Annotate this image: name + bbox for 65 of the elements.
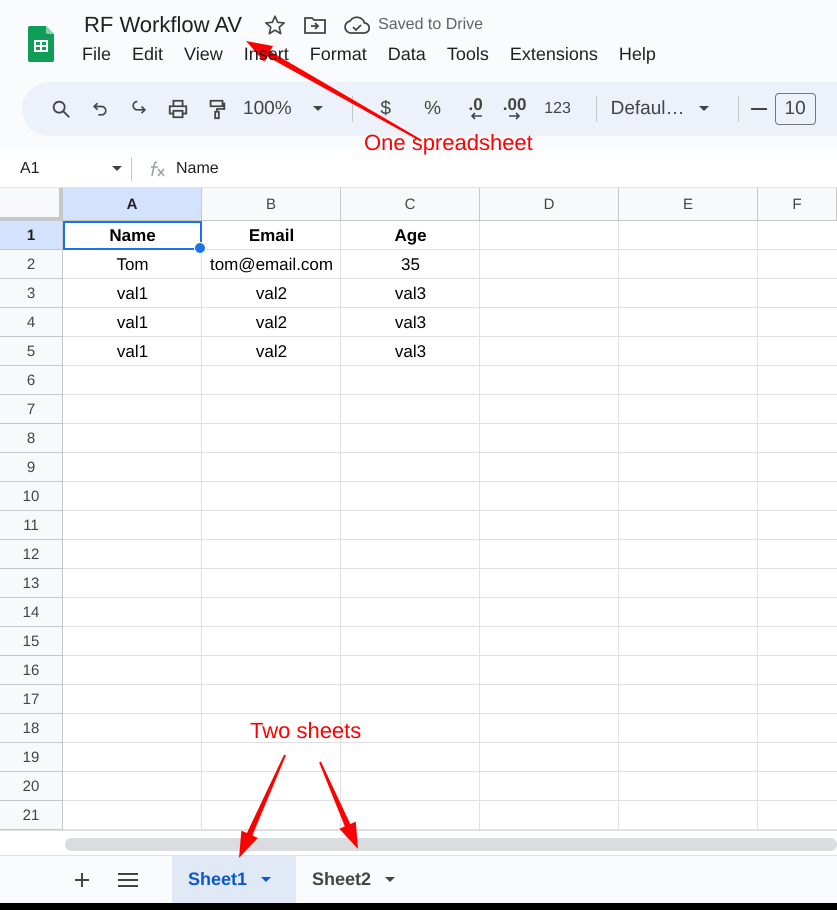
row-header[interactable]: 3: [0, 279, 63, 308]
column-heading-cell-text: Email: [248, 224, 296, 246]
row-header[interactable]: 8: [0, 424, 63, 453]
formula-text[interactable]: Name: [176, 160, 219, 178]
cell-reference[interactable]: A1: [20, 160, 40, 178]
menu-item[interactable]: File: [72, 42, 122, 69]
row-header[interactable]: 19: [0, 743, 63, 772]
sheet-tab[interactable]: Sheet1: [172, 856, 296, 903]
column-heading-cell-text: Age: [393, 224, 428, 247]
menu-item[interactable]: View: [174, 42, 233, 69]
table-cell-text: val3: [394, 340, 428, 362]
annotation-text: One spreadsheet: [364, 130, 533, 156]
column-header[interactable]: F: [758, 188, 837, 221]
row-header[interactable]: 5: [0, 337, 63, 366]
table-cell-text: val3: [394, 312, 428, 334]
table-cell-text: val2: [254, 312, 288, 334]
font-select[interactable]: Defaul…: [608, 90, 687, 128]
table-cell-text: Tom: [115, 254, 150, 276]
menu-item[interactable]: Extensions: [500, 42, 608, 69]
row-header[interactable]: 4: [0, 308, 63, 337]
table-cell-text: tom@email.com: [208, 254, 334, 276]
menu-item[interactable]: Help: [608, 42, 666, 69]
row-header[interactable]: 21: [0, 801, 63, 830]
zoom-select[interactable]: 100%: [239, 91, 296, 127]
row-header[interactable]: 18: [0, 714, 63, 743]
row-header[interactable]: 9: [0, 453, 63, 482]
row-header[interactable]: 12: [0, 540, 63, 569]
currency-format-button[interactable]: $: [364, 91, 407, 127]
column-header[interactable]: C: [341, 188, 480, 221]
sheet-tab[interactable]: Sheet2: [296, 856, 420, 903]
number-format-button[interactable]: 123: [536, 91, 579, 127]
table-cell-text: 35: [400, 254, 421, 276]
menu-item[interactable]: Format: [300, 42, 377, 69]
table-cell-text: val1: [116, 312, 150, 334]
table-cell-text: val1: [116, 340, 150, 362]
table-cell-text: val2: [254, 340, 288, 362]
table-cell-text: val2: [254, 282, 288, 304]
table-cell-text: val1: [116, 282, 150, 304]
table-cell-text: val3: [394, 282, 428, 304]
row-header[interactable]: 2: [0, 250, 63, 279]
menu-item[interactable]: Edit: [122, 42, 174, 69]
row-header[interactable]: 7: [0, 395, 63, 424]
save-status: Saved to Drive: [378, 16, 484, 34]
column-header[interactable]: E: [619, 188, 758, 221]
column-header[interactable]: B: [202, 188, 341, 221]
annotation-text: Two sheets: [250, 718, 362, 744]
row-header[interactable]: 11: [0, 511, 63, 540]
menu-item[interactable]: Tools: [436, 42, 499, 69]
column-header[interactable]: A: [63, 188, 202, 221]
row-header[interactable]: 16: [0, 656, 63, 685]
row-header[interactable]: 20: [0, 772, 63, 801]
row-header[interactable]: 13: [0, 569, 63, 598]
column-header[interactable]: D: [480, 188, 619, 221]
row-header[interactable]: 6: [0, 366, 63, 395]
font-size-field[interactable]: 10: [774, 93, 816, 125]
document-title[interactable]: RF Workflow AV: [82, 12, 244, 38]
row-header[interactable]: 17: [0, 685, 63, 714]
menu-item[interactable]: Data: [378, 42, 436, 69]
row-header[interactable]: 15: [0, 627, 63, 656]
decrease-decimals-button[interactable]: .0: [458, 91, 493, 127]
increase-decimals-button[interactable]: .00: [498, 91, 532, 127]
row-header[interactable]: 1: [0, 221, 63, 250]
row-header[interactable]: 14: [0, 598, 63, 627]
row-header[interactable]: 10: [0, 482, 63, 511]
percent-format-button[interactable]: %: [412, 91, 454, 127]
